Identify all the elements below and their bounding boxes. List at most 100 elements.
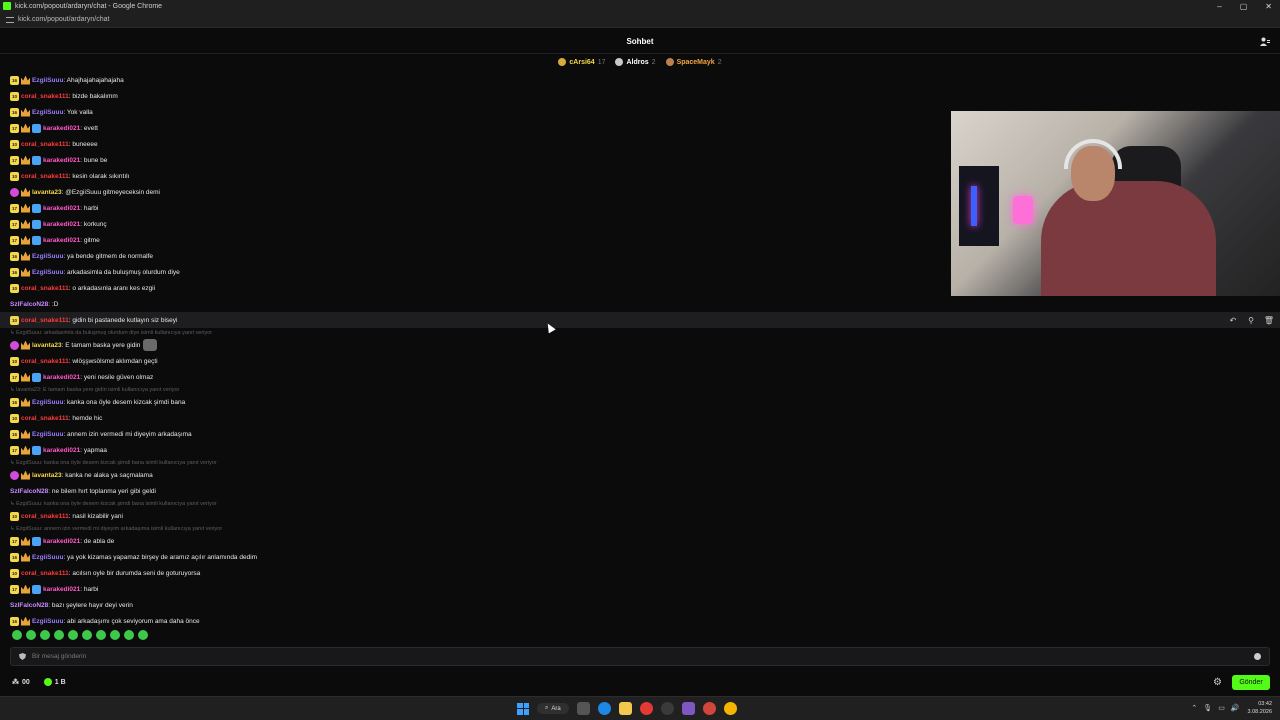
microphone-icon[interactable]: 🎙 bbox=[1203, 704, 1212, 712]
reply-context[interactable]: ↳ EzgiiSuuu: kanka ona öyle desem kizcak… bbox=[10, 499, 217, 508]
chat-username[interactable]: coral_snake111 bbox=[21, 173, 69, 180]
reply-context[interactable]: ↳ EzgiiSuuu: kanka ona öyle desem kizcak… bbox=[10, 458, 217, 467]
chat-message[interactable]: 16 EzgiiSuuu: kanka ona öyle desem kizcak… bbox=[10, 395, 185, 409]
reply-icon[interactable]: ↶ bbox=[1228, 315, 1238, 325]
delete-icon[interactable]: 🗑 bbox=[1264, 315, 1274, 325]
reply-context[interactable]: ↳ EzgiiSuuu: annem izin vermedi mi diyey… bbox=[10, 524, 222, 533]
gear-icon[interactable]: ⚙ bbox=[1213, 677, 1222, 688]
chat-username[interactable]: coral_snake111 bbox=[21, 570, 69, 577]
emote-icon[interactable] bbox=[40, 630, 50, 640]
leaderboard-entry[interactable]: Aldros 2 bbox=[615, 56, 656, 68]
task-view-icon[interactable] bbox=[576, 702, 590, 715]
chat-username[interactable]: lavanta23 bbox=[32, 189, 62, 196]
chat-username[interactable]: EzgiiSuuu bbox=[32, 431, 63, 438]
chat-message[interactable]: 10 coral_snake111: bizde bakalımm bbox=[10, 89, 118, 103]
emote-icon[interactable] bbox=[96, 630, 106, 640]
pin-icon[interactable]: ⚲ bbox=[1246, 315, 1256, 325]
network-icon[interactable]: ▭ bbox=[1218, 704, 1225, 712]
chat-message[interactable]: 17 karakedi021: harbi bbox=[10, 582, 98, 596]
chat-message[interactable]: SzlFalcoN28: :D bbox=[10, 297, 58, 311]
emote-icon[interactable] bbox=[124, 630, 134, 640]
chat-username[interactable]: karakedi021 bbox=[43, 237, 80, 244]
chat-username[interactable]: EzgiiSuuu bbox=[32, 109, 63, 116]
reply-context[interactable]: ↳ lavanta23: E tamam baska yere gidin is… bbox=[10, 385, 179, 394]
chat-message[interactable]: 17 karakedi021: yapmaa bbox=[10, 443, 107, 457]
chat-username[interactable]: karakedi021 bbox=[43, 586, 80, 593]
chat-message[interactable]: 16 EzgiiSuuu: abi arkadaşımı çok seviyoru… bbox=[10, 614, 200, 628]
chat-message[interactable]: 17 karakedi021: korkunç bbox=[10, 217, 107, 231]
chat-username[interactable]: karakedi021 bbox=[43, 125, 80, 132]
emote-icon[interactable] bbox=[82, 630, 92, 640]
leaderboard-entry[interactable]: SpaceMayk 2 bbox=[665, 56, 722, 68]
chat-username[interactable]: lavanta23 bbox=[32, 472, 62, 479]
url-text[interactable]: kick.com/popout/ardaryn/chat bbox=[18, 16, 109, 23]
chat-username[interactable]: karakedi021 bbox=[43, 205, 80, 212]
viewer-count[interactable]: ⁂ 00 bbox=[12, 678, 30, 687]
discord-icon[interactable] bbox=[681, 702, 695, 715]
address-bar[interactable]: kick.com/popout/ardaryn/chat bbox=[0, 12, 1280, 28]
send-button[interactable]: Gönder bbox=[1232, 674, 1270, 690]
chat-username[interactable]: karakedi021 bbox=[43, 447, 80, 454]
chat-message[interactable]: lavanta23: @EzgiiSuuu gitmeyeceksin demi bbox=[10, 185, 160, 199]
chevron-up-icon[interactable]: ⌃ bbox=[1191, 704, 1197, 712]
leaderboard-entry[interactable]: cArsi64 17 bbox=[558, 56, 605, 68]
chat-message[interactable]: 10 coral_snake111: acılsın oyle bir durum… bbox=[10, 566, 200, 580]
chat-message[interactable]: 16 EzgiiSuuu: annem izin vermedi mi diyey… bbox=[10, 427, 192, 441]
site-info-icon[interactable] bbox=[6, 16, 14, 23]
chat-message[interactable]: 10 coral_snake111: nasil kizabilir yani bbox=[10, 509, 123, 523]
chat-message[interactable]: SzlFalcoN28: bazı şeylere hayır deyi ver… bbox=[10, 598, 133, 612]
kick-points[interactable]: 1 B bbox=[43, 678, 66, 686]
minimize-button[interactable]: – bbox=[1217, 2, 1221, 11]
chat-message[interactable]: lavanta23: E tamam baska yere gidin bbox=[10, 338, 158, 352]
chat-message[interactable]: 16 EzgiiSuuu: Ahajhajahajahajaha bbox=[10, 73, 124, 87]
chat-username[interactable]: SzlFalcoN28 bbox=[10, 488, 48, 495]
close-button[interactable]: ✕ bbox=[1265, 2, 1272, 11]
chat-username[interactable]: coral_snake111 bbox=[21, 317, 69, 324]
chat-username[interactable]: lavanta23 bbox=[32, 342, 62, 349]
chat-username[interactable]: karakedi021 bbox=[43, 157, 80, 164]
chat-input-container[interactable] bbox=[10, 647, 1270, 666]
emote-quick-bar[interactable] bbox=[12, 630, 148, 640]
chat-username[interactable]: EzgiiSuuu bbox=[32, 77, 63, 84]
chat-message[interactable]: 16 EzgiiSuuu: arkadasimla da buluşmuş olu… bbox=[10, 265, 180, 279]
emote-icon[interactable] bbox=[68, 630, 78, 640]
chat-username[interactable]: coral_snake111 bbox=[21, 358, 69, 365]
file-explorer-icon[interactable] bbox=[618, 702, 632, 715]
chat-username[interactable]: coral_snake111 bbox=[21, 513, 69, 520]
emote-icon[interactable] bbox=[54, 630, 64, 640]
chat-message[interactable]: 16 EzgiiSuuu: ya yok kizamas yapamaz birş… bbox=[10, 550, 257, 564]
emote-icon[interactable] bbox=[12, 630, 22, 640]
chat-username[interactable]: karakedi021 bbox=[43, 538, 80, 545]
emote-icon[interactable] bbox=[26, 630, 36, 640]
system-clock[interactable]: 03:42 3.08.2026 bbox=[1248, 700, 1272, 716]
chat-message[interactable]: SzlFalcoN28: ne bilem hırt toplanma yeri… bbox=[10, 484, 156, 498]
chat-message[interactable]: 16 EzgiiSuuu: ya bende gitmem de normalfe bbox=[10, 249, 153, 263]
chat-username[interactable]: SzlFalcoN28 bbox=[10, 301, 48, 308]
user-list-icon[interactable] bbox=[1260, 37, 1270, 46]
reply-context[interactable]: ↳ EzgiiSuuu: arkadasimla da buluşmuş olu… bbox=[10, 328, 212, 337]
windows-start-icon[interactable] bbox=[517, 702, 529, 715]
volume-icon[interactable]: 🔊 bbox=[1231, 704, 1240, 712]
opera-icon[interactable] bbox=[639, 702, 653, 715]
chat-message[interactable]: 10 coral_snake111: wlöşşwsölsmd aklımdan … bbox=[10, 354, 158, 368]
chat-message[interactable]: 17 karakedi021: gitme bbox=[10, 233, 100, 247]
chat-username[interactable]: coral_snake111 bbox=[21, 141, 69, 148]
chat-message[interactable]: 10 coral_snake111: kesin olarak sıkıntılı bbox=[10, 169, 129, 183]
chat-username[interactable]: EzgiiSuuu bbox=[32, 554, 63, 561]
edge-icon[interactable] bbox=[597, 702, 611, 715]
steam-icon[interactable] bbox=[660, 702, 674, 715]
chat-message-input[interactable] bbox=[32, 653, 1254, 660]
chat-username[interactable]: EzgiiSuuu bbox=[32, 269, 63, 276]
chat-username[interactable]: karakedi021 bbox=[43, 374, 80, 381]
emoji-picker-icon[interactable] bbox=[1254, 653, 1261, 660]
taskbar-search[interactable]: ⌕ Ara bbox=[537, 703, 569, 714]
chat-message[interactable]: 16 EzgiiSuuu: Yok valla bbox=[10, 105, 93, 119]
chat-username[interactable]: coral_snake111 bbox=[21, 93, 69, 100]
chat-message[interactable]: 10 coral_snake111: hemde hic bbox=[10, 411, 102, 425]
chat-message[interactable]: 17 karakedi021: de abla de bbox=[10, 534, 114, 548]
obs-icon[interactable] bbox=[702, 702, 716, 715]
chat-message[interactable]: 17 karakedi021: evett bbox=[10, 121, 98, 135]
chat-username[interactable]: SzlFalcoN28 bbox=[10, 602, 48, 609]
chat-username[interactable]: coral_snake111 bbox=[21, 415, 69, 422]
chat-username[interactable]: karakedi021 bbox=[43, 221, 80, 228]
